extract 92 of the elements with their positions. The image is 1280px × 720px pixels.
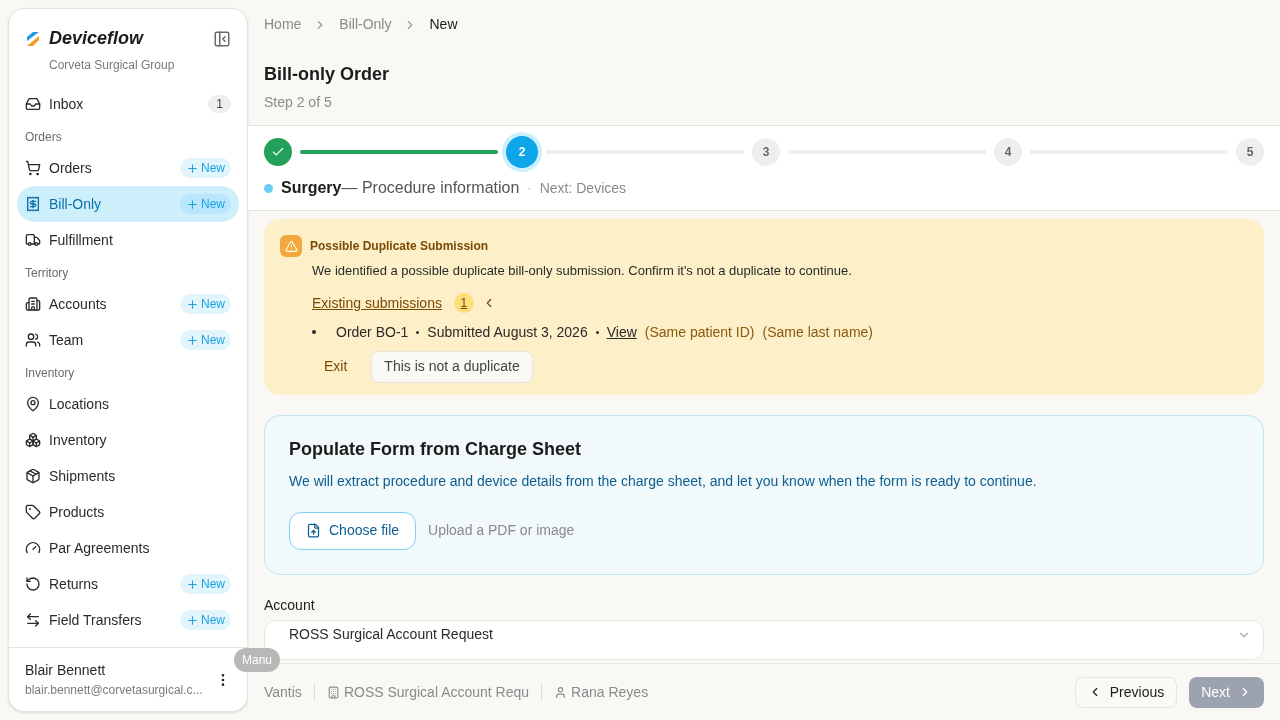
nav-item[interactable]: Inbox 1: [17, 86, 239, 122]
nav-item[interactable]: Par Agreements: [17, 530, 239, 566]
nav-label: Returns: [49, 574, 100, 594]
upload-hint: Upload a PDF or image: [428, 521, 575, 540]
footer-context: Vantis: [264, 682, 302, 702]
logo-icon: [25, 30, 41, 47]
nav-label: Inbox: [49, 94, 85, 114]
next-step: Next: Devices: [539, 177, 627, 199]
nav-label: Team: [49, 330, 85, 350]
building-icon: [326, 685, 340, 699]
nav-item[interactable]: Team New: [17, 322, 239, 358]
nav-icon: [25, 612, 41, 628]
nav-icon: [25, 432, 41, 448]
organization-name: Corveta Surgical Group: [49, 57, 176, 74]
nav-icon: [25, 540, 41, 556]
nav-item[interactable]: Fulfillment: [17, 222, 239, 258]
nav-icon: [25, 232, 41, 248]
nav-item[interactable]: Field Transfers New: [17, 602, 239, 638]
nav-item[interactable]: Bill-Only New: [17, 186, 239, 222]
section-heading: Territory: [24, 265, 70, 282]
choose-file-button[interactable]: Choose file: [289, 511, 417, 550]
field-label: Account: [264, 595, 316, 615]
nav-item[interactable]: Products: [17, 494, 239, 530]
order-number: Order BO-1: [336, 322, 409, 342]
nav-item[interactable]: Returns New: [17, 566, 239, 602]
nav-item[interactable]: Shipments: [17, 458, 239, 494]
section-heading: Orders: [24, 129, 63, 146]
bullet: [312, 330, 316, 334]
nav-icon: [25, 396, 41, 412]
card-title: Populate Form from Charge Sheet: [289, 437, 583, 461]
user-email: blair.bennett@corvetasurgical.c...: [25, 682, 204, 699]
nav-icon: [25, 96, 41, 112]
existing-submissions-link[interactable]: Existing submissions: [312, 292, 442, 314]
user-name: Blair Bennett: [25, 661, 107, 680]
alert-title: Possible Duplicate Submission: [310, 238, 489, 255]
view-link[interactable]: View: [606, 321, 637, 343]
match-reason: (Same last name): [762, 322, 873, 342]
plus-icon: [186, 577, 199, 591]
nav-item[interactable]: Accounts New: [17, 286, 239, 322]
count-badge: 1: [208, 95, 231, 113]
step-indicator: 2: [506, 136, 538, 168]
plus-icon: [186, 333, 199, 347]
user-icon: [554, 685, 568, 699]
current-step-name: Surgery: [281, 178, 342, 198]
nav-icon: [25, 332, 41, 348]
page-title: Bill-only Order: [264, 63, 390, 86]
match-reason: (Same patient ID): [644, 322, 755, 342]
previous-button[interactable]: Previous: [1074, 676, 1178, 708]
nav-label: Orders: [49, 158, 93, 178]
plus-icon: [186, 613, 199, 627]
section-heading: Inventory: [24, 365, 76, 382]
exit-button[interactable]: Exit: [312, 350, 360, 383]
nav-label: Fulfillment: [49, 230, 114, 250]
brand-name: Deviceflow: [49, 27, 144, 50]
breadcrumb-item: New: [429, 15, 458, 34]
alert-message: We identified a possible duplicate bill-only submission. Confirm it's not a duplicate to continue.: [312, 262, 853, 280]
plus-icon: [186, 297, 199, 311]
nav-icon: [25, 296, 41, 312]
nav-icon: [25, 468, 41, 484]
submission-count: 1: [453, 293, 474, 313]
nav-label: Par Agreements: [49, 538, 151, 558]
warning-icon: [280, 235, 302, 257]
submitted-date: Submitted August 3, 2026: [427, 322, 588, 342]
nav-icon: [25, 196, 41, 212]
step-indicator: 3: [752, 138, 780, 166]
nav-label: Bill-Only: [49, 194, 103, 214]
collapse-sidebar-icon[interactable]: [213, 29, 231, 48]
separator-dot: ·: [527, 179, 532, 198]
tooltip: Manu: [234, 648, 281, 672]
nav-item[interactable]: Locations: [17, 386, 239, 422]
not-duplicate-button[interactable]: This is not a duplicate: [371, 350, 533, 383]
nav-item[interactable]: Inventory: [17, 422, 239, 458]
step-indicator: 5: [1236, 138, 1264, 166]
nav-label: Shipments: [49, 466, 117, 486]
nav-label: Accounts: [49, 294, 108, 314]
nav-label: Inventory: [49, 430, 108, 450]
file-upload-icon: [306, 523, 321, 538]
nav-label: Locations: [49, 394, 110, 414]
nav-item[interactable]: Orders New: [17, 150, 239, 186]
footer-context: ROSS Surgical Account Requ: [343, 682, 530, 702]
nav-icon: [25, 576, 41, 592]
nav-icon: [25, 504, 41, 520]
nav-label: Products: [49, 502, 106, 522]
footer-context: Rana Reyes: [571, 682, 649, 702]
page-subtitle: Step 2 of 5: [264, 93, 333, 112]
step-indicator: 4: [994, 138, 1022, 166]
plus-icon: [186, 197, 199, 211]
nav-label: Field Transfers: [49, 610, 143, 630]
plus-icon: [186, 161, 199, 175]
nav-icon: [25, 160, 41, 176]
current-step-description: — Procedure information: [341, 178, 520, 198]
card-description: We will extract procedure and device details from the charge sheet, and let you know when the form is ready to continue.: [289, 471, 1038, 491]
